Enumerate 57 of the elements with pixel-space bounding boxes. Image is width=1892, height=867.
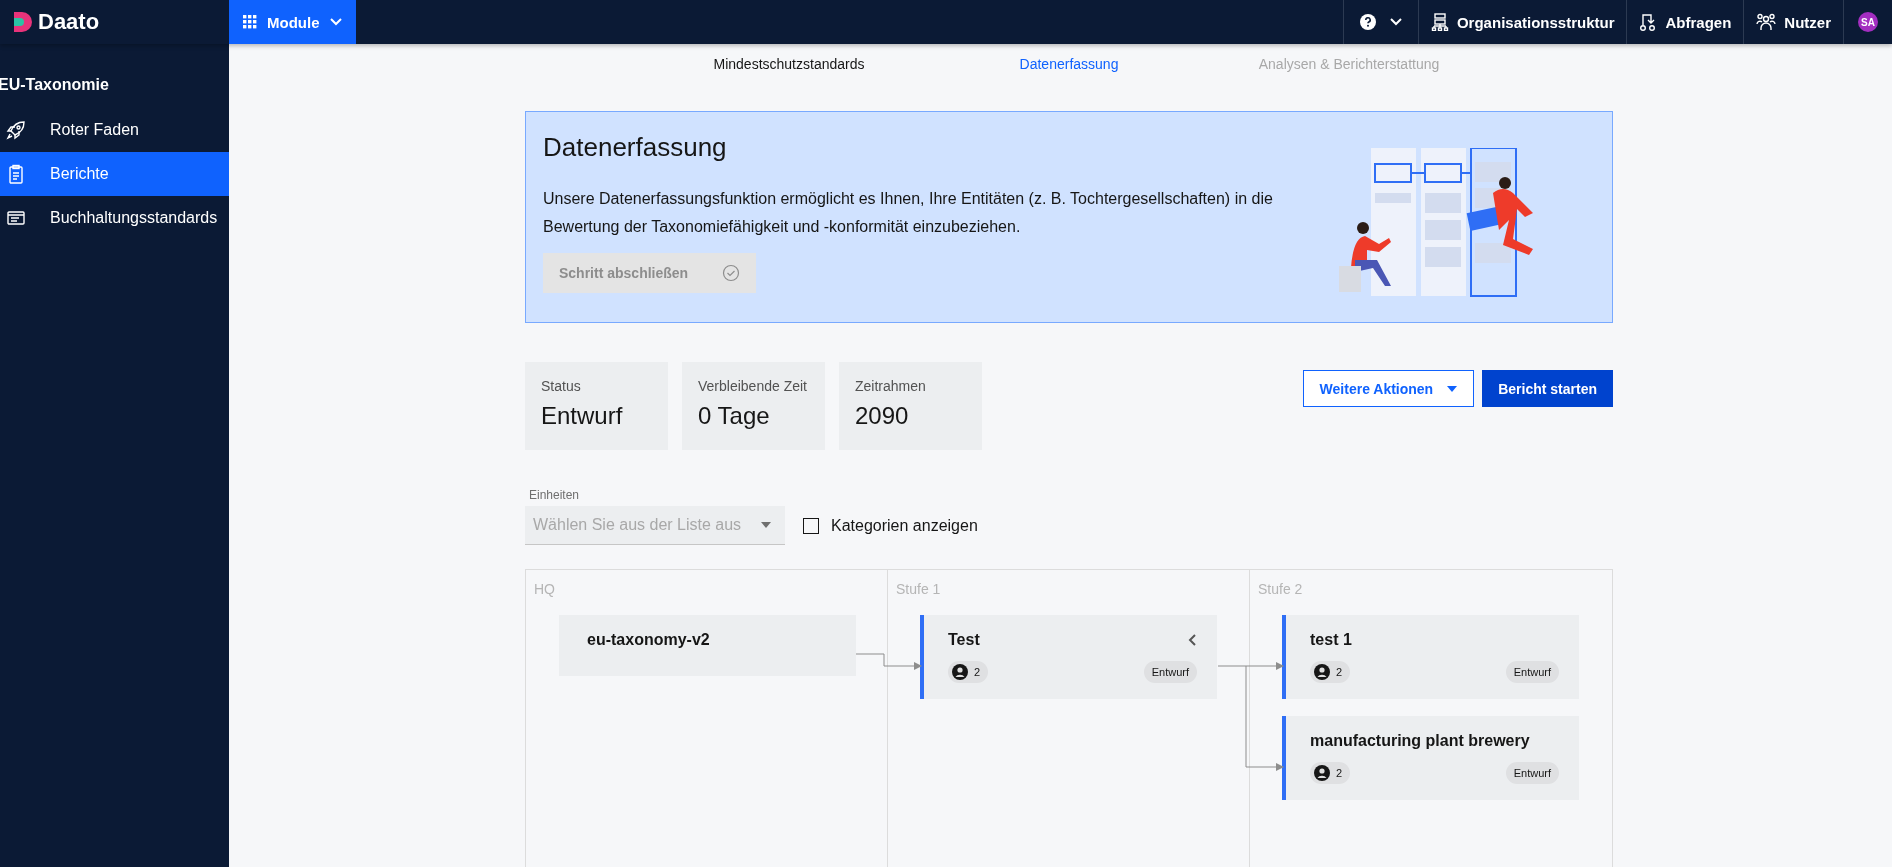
- chevron-icon[interactable]: [1187, 633, 1197, 647]
- clipboard-icon: [6, 164, 26, 184]
- tab[interactable]: Datenerfassung: [929, 56, 1209, 72]
- start-report-button[interactable]: Bericht starten: [1482, 370, 1613, 407]
- logo-text: Daato: [38, 9, 100, 35]
- user-avatar[interactable]: SA: [1858, 12, 1878, 32]
- user-icon: [952, 664, 968, 680]
- column-title: HQ: [534, 581, 555, 597]
- document-icon: [6, 208, 26, 228]
- entity-name: test 1: [1310, 631, 1352, 649]
- stat-label: Zeitrahmen: [855, 378, 927, 394]
- flow-icon: [1639, 13, 1658, 31]
- entity-name: Test: [948, 631, 980, 649]
- sidebar-item[interactable]: Buchhaltungsstandards: [0, 196, 229, 240]
- stat-label: Status: [541, 378, 582, 394]
- user-count: 2: [974, 666, 981, 678]
- column-title: Stufe 2: [1258, 581, 1303, 597]
- column-title: Stufe 1: [896, 581, 941, 597]
- stat-value: 2090: [855, 402, 910, 430]
- user-count: 2: [1336, 666, 1343, 678]
- grid-icon: [243, 15, 257, 29]
- caret-icon: [1447, 385, 1458, 392]
- stat-value: 0 Tage: [698, 402, 771, 430]
- entity-card[interactable]: Test 2 Entwurf: [920, 615, 1217, 699]
- caret-icon: [761, 522, 771, 528]
- rocket-icon: [6, 120, 26, 140]
- org-chart-icon: [1430, 13, 1449, 31]
- field-label: Einheiten: [528, 488, 581, 502]
- user-icon: [1314, 765, 1330, 781]
- status-tag: Entwurf: [1505, 661, 1559, 683]
- stat-label: Verbleibende Zeit: [698, 378, 808, 394]
- users-icon: [1756, 13, 1777, 31]
- entity-card[interactable]: eu-taxonomy-v2: [559, 615, 856, 676]
- more-actions-button[interactable]: Weitere Aktionen: [1302, 370, 1475, 407]
- entity-name: manufacturing plant brewery: [1310, 732, 1530, 750]
- module-button[interactable]: Module: [229, 0, 356, 44]
- banner-description: Unsere Datenerfassungsfunktion ermöglicht es Ihnen, Ihre Entitäten (z. B. Tochtergesellschaften) in die Bewertung der Taxonomiefähigkeit und -konformität einzubeziehen.: [543, 189, 1274, 237]
- help-icon: [1359, 14, 1376, 30]
- check-circle-icon: [722, 264, 740, 282]
- checkbox-label: Kategorien anzeigen: [831, 517, 978, 535]
- chevron-down-icon: [329, 18, 342, 26]
- logo-icon: [14, 12, 32, 32]
- user-count: 2: [1336, 767, 1343, 779]
- chevron-down-icon: [1389, 18, 1402, 26]
- tab[interactable]: Mindestschutzstandards: [649, 56, 929, 72]
- user-icon: [1314, 664, 1330, 680]
- banner-title: Datenerfassung: [543, 132, 728, 163]
- connector-arrow: [855, 653, 922, 670]
- stat-value: Entwurf: [541, 402, 624, 430]
- entity-card[interactable]: test 1 2 Entwurf: [1282, 615, 1579, 699]
- sidebar-item[interactable]: Berichte: [0, 152, 229, 196]
- status-tag: Entwurf: [1143, 661, 1197, 683]
- checkbox[interactable]: [803, 518, 819, 534]
- status-tag: Entwurf: [1505, 762, 1559, 784]
- sidebar-item[interactable]: Roter Faden: [0, 108, 229, 152]
- entity-card[interactable]: manufacturing plant brewery 2 Entwurf: [1282, 716, 1579, 800]
- entity-name: eu-taxonomy-v2: [587, 631, 710, 649]
